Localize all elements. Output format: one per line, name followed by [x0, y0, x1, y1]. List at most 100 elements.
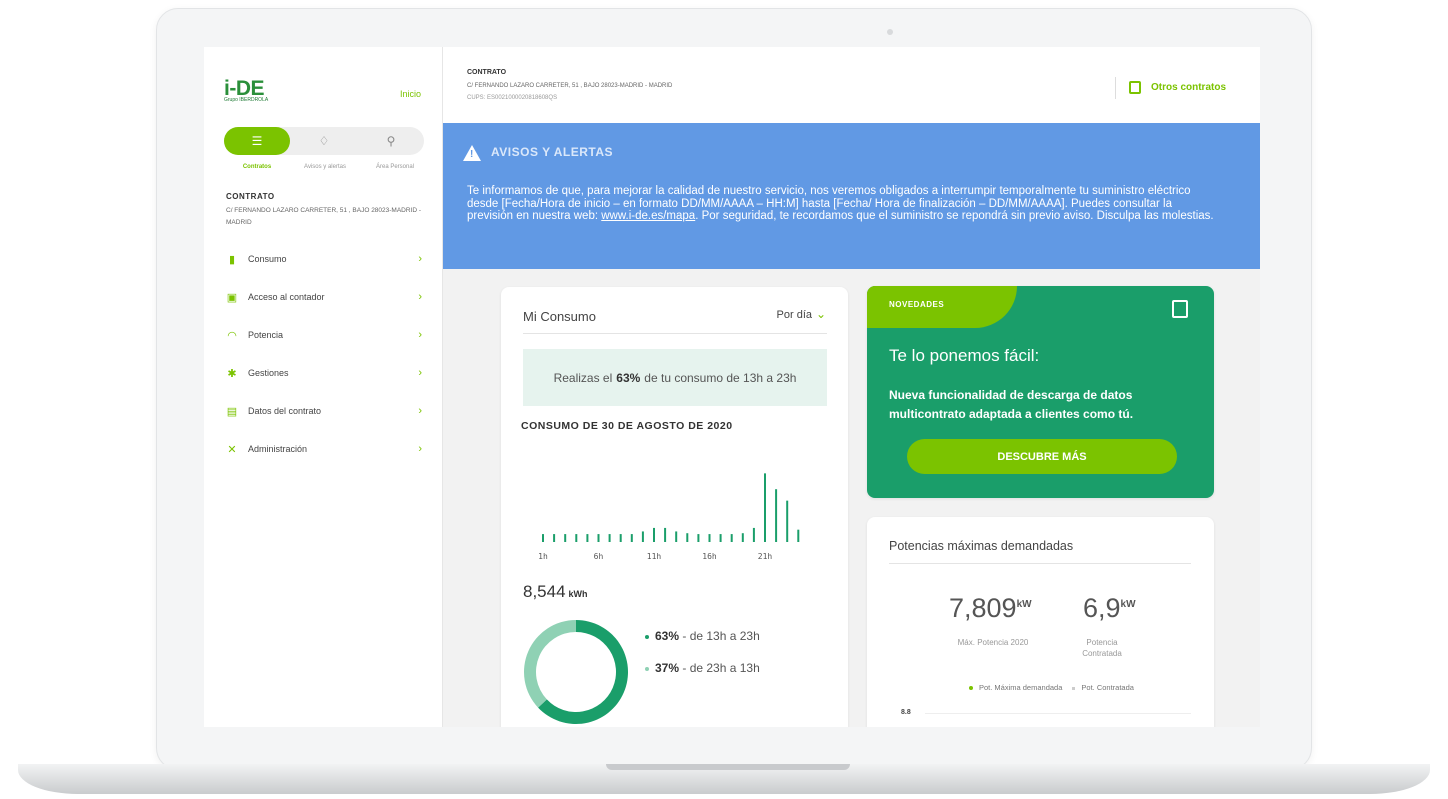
bar-8h — [619, 534, 622, 542]
x-tick-label: 1h — [538, 552, 548, 561]
bar-9h — [630, 534, 633, 542]
bar-15h — [697, 534, 700, 542]
donut-slice — [524, 620, 576, 708]
other-contracts-label: Otros contratos — [1151, 82, 1227, 93]
bar-6h — [597, 534, 600, 542]
legend-dot — [645, 666, 649, 671]
camera — [887, 29, 893, 35]
header-contract-address: C/ FERNANDO LAZARO CARRETER, 51 , BAJO 2… — [467, 83, 673, 89]
max-power-title: Potencias máximas demandadas — [889, 539, 1074, 553]
chevron-down-icon[interactable]: ⌄ — [816, 307, 826, 321]
bar-20h — [752, 527, 755, 542]
alert-banner: ! AVISOS Y ALERTAS Te informamos de que,… — [443, 123, 1260, 269]
chevron-right-icon: › — [418, 405, 422, 417]
sidebar-item-datos-contrato[interactable]: ▤ Datos del contrato › — [226, 401, 422, 421]
inicio-link[interactable]: Inicio — [400, 89, 421, 99]
legend-pct: 37% — [655, 661, 680, 675]
period-selector[interactable]: Por día — [777, 309, 812, 321]
sidebar-item-gestiones[interactable]: ✱ Gestiones › — [226, 363, 422, 383]
alert-title: AVISOS Y ALERTAS — [491, 145, 614, 159]
hourly-consumption-chart: 1h 6h 11h 16h 21h — [538, 473, 800, 561]
logo-subtitle: Grupo IBERDROLA — [224, 97, 269, 103]
list-icon: ☰ — [251, 134, 263, 148]
total-unit: kWh — [568, 589, 588, 599]
max-power-value: 7,809kW — [949, 593, 1032, 624]
alert-text: Te informamos de que, para mejorar la ca… — [467, 185, 1217, 223]
legend-pct: 63% — [655, 629, 680, 643]
tools-icon: ✕ — [227, 443, 237, 456]
news-tag-label: NOVEDADES — [889, 300, 945, 309]
chevron-right-icon: › — [418, 329, 422, 341]
tab-label-contratos: Contratos — [242, 164, 272, 170]
total-consumption: 8,544 kWh — [523, 582, 588, 602]
page-header: CONTRATO C/ FERNANDO LAZARO CARRETER, 51… — [443, 47, 1260, 123]
documents-icon — [1172, 300, 1188, 318]
info-text-start: Realizas el — [553, 370, 613, 385]
other-contracts-link[interactable]: Otros contratos — [1129, 81, 1226, 94]
legend-text: - de 23h a 13h — [682, 661, 760, 675]
info-text-end: de tu consumo de 13h a 23h — [644, 370, 797, 385]
bell-icon: ♢ — [318, 134, 330, 148]
gauge-icon: ◠ — [227, 329, 237, 342]
app-screen: i-DE Grupo IBERDROLA Inicio ☰ ♢ ⚲ Contra… — [204, 47, 1260, 727]
contracted-power-value: 6,9kW — [1083, 593, 1136, 624]
sidebar-item-label: Datos del contrato — [248, 406, 322, 416]
divider — [889, 563, 1191, 564]
sidebar-item-administracion[interactable]: ✕ Administración › — [226, 439, 422, 459]
laptop-notch — [606, 764, 850, 770]
sidebar: i-DE Grupo IBERDROLA Inicio ☰ ♢ ⚲ Contra… — [204, 47, 443, 727]
news-heading: Te lo ponemos fácil: — [889, 346, 1040, 365]
consumption-title: Mi Consumo — [523, 309, 596, 324]
legend-item-offpeak: 37% - de 23h a 13h — [645, 661, 760, 675]
tab-contratos[interactable]: ☰ — [224, 127, 290, 155]
sidebar-item-consumo[interactable]: ▮ Consumo › — [226, 249, 422, 269]
sidebar-tabs: ☰ ♢ ⚲ — [224, 127, 424, 155]
tab-label-area: Área Personal — [375, 164, 415, 170]
legend-item-peak: 63% - de 13h a 23h — [645, 629, 760, 643]
sidebar-item-label: Gestiones — [248, 368, 289, 378]
consumption-card: Mi Consumo Por día ⌄ Realizas el 63% de … — [501, 287, 848, 727]
sidebar-item-acceso-contador[interactable]: ▣ Acceso al contador › — [226, 287, 422, 307]
discover-more-button[interactable]: DESCUBRE MÁS — [907, 439, 1177, 474]
bar-16h — [708, 534, 711, 542]
alert-map-link[interactable]: www.i-de.es/mapa — [601, 210, 695, 222]
user-icon: ⚲ — [386, 134, 396, 148]
meter-icon: ▣ — [226, 291, 238, 304]
bar-24h — [797, 529, 800, 542]
bar-21h — [764, 473, 766, 542]
tab-area-personal[interactable]: ⚲ — [358, 127, 424, 155]
header-cups: CUPS: ES0021000020818608QS — [467, 95, 558, 101]
contracted-power-label: Potencia Contratada — [1082, 638, 1122, 658]
bar-4h — [575, 534, 578, 542]
gear-icon: ✱ — [227, 367, 237, 380]
power-legend: Pot. Máxima demandada Pot. Contratada — [969, 683, 1134, 692]
tab-avisos[interactable]: ♢ — [291, 127, 357, 155]
power-gridline — [925, 713, 1191, 714]
tab-label-avisos: Avisos y alertas — [304, 164, 346, 170]
bar-1h — [542, 534, 544, 542]
max-power-unit: kW — [1016, 599, 1032, 610]
power-axis-label: 8.8 — [901, 709, 911, 716]
chevron-right-icon: › — [418, 443, 422, 455]
header-contract-title: CONTRATO — [467, 69, 507, 76]
chevron-right-icon: › — [418, 291, 422, 303]
max-power-label: Máx. Potencia 2020 — [957, 638, 1029, 647]
chevron-right-icon: › — [418, 367, 422, 379]
max-power-number: 7,809 — [949, 593, 1017, 623]
bar-23h — [786, 500, 789, 542]
sidebar-contract-address: C/ FERNANDO LAZARO CARRETER, 51 , BAJO 2… — [226, 207, 422, 226]
legend-dot — [969, 686, 973, 691]
bar-12h — [664, 527, 667, 542]
info-percentage: 63% — [616, 370, 641, 385]
x-tick-label: 11h — [647, 552, 662, 561]
sidebar-item-label: Acceso al contador — [248, 292, 325, 302]
sidebar-item-label: Potencia — [248, 330, 284, 340]
sidebar-item-potencia[interactable]: ◠ Potencia › — [226, 325, 422, 345]
bar-22h — [775, 489, 778, 542]
sidebar-item-label: Administración — [248, 444, 308, 454]
bar-5h — [586, 534, 589, 542]
header-divider — [1115, 77, 1116, 99]
sidebar-contract-title: CONTRATO — [226, 192, 275, 201]
max-power-card: Potencias máximas demandadas 7,809kW 6,9… — [867, 517, 1214, 727]
bar-19h — [741, 533, 744, 542]
